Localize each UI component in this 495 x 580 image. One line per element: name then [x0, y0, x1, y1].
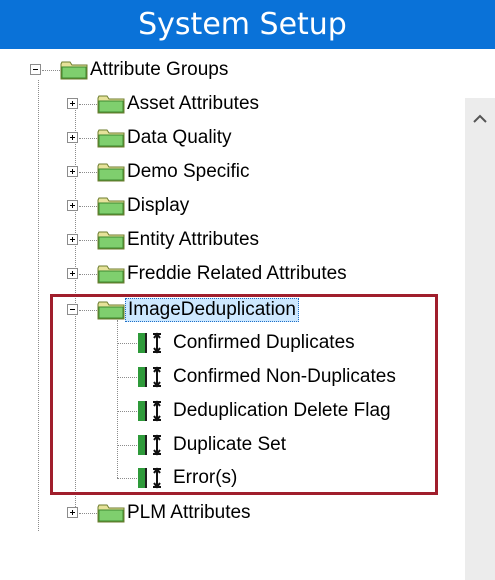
expand-toggle[interactable] — [67, 268, 78, 279]
expand-toggle[interactable] — [67, 98, 78, 109]
expand-toggle[interactable] — [67, 166, 78, 177]
tree-item-label: Asset Attributes — [127, 93, 260, 114]
tree-connector — [79, 172, 97, 173]
tree-item-data-quality[interactable]: Data Quality — [97, 121, 234, 155]
folder-icon — [60, 61, 88, 80]
tree-connector — [79, 240, 97, 241]
tree-item-label: Display — [127, 195, 190, 216]
vertical-scrollbar[interactable] — [465, 98, 495, 580]
chevron-up-icon[interactable] — [465, 106, 495, 132]
tree-item-freddie-related-attributes[interactable]: Freddie Related Attributes — [97, 257, 349, 291]
expand-toggle[interactable] — [67, 132, 78, 143]
title-bar: System Setup — [0, 0, 495, 49]
expand-toggle[interactable] — [67, 507, 78, 518]
tree-item-asset-attributes[interactable]: Asset Attributes — [97, 87, 261, 121]
folder-icon — [97, 197, 125, 216]
tree-connector — [79, 513, 97, 514]
folder-icon — [97, 231, 125, 250]
folder-icon — [97, 129, 125, 148]
highlight-box — [50, 294, 438, 495]
tree-connector — [42, 70, 60, 71]
tree-item-display[interactable]: Display — [97, 189, 191, 223]
folder-icon — [97, 265, 125, 284]
tree-item-label: Entity Attributes — [127, 229, 260, 250]
expand-toggle[interactable] — [67, 200, 78, 211]
tree-item-attribute-groups[interactable]: Attribute Groups — [60, 53, 230, 87]
tree-item-demo-specific[interactable]: Demo Specific — [97, 155, 252, 189]
tree-connector — [79, 206, 97, 207]
tree-item-label: Demo Specific — [127, 161, 250, 182]
tree-connector — [38, 80, 39, 531]
tree-item-label: Attribute Groups — [90, 59, 229, 80]
tree-item-label: Freddie Related Attributes — [127, 263, 347, 284]
tree-connector — [79, 274, 97, 275]
folder-icon — [97, 504, 125, 523]
tree-connector — [79, 104, 97, 105]
window-title: System Setup — [138, 7, 347, 42]
collapse-toggle[interactable] — [30, 64, 41, 75]
expand-toggle[interactable] — [67, 234, 78, 245]
tree-item-label: PLM Attributes — [127, 502, 251, 523]
tree-item-entity-attributes[interactable]: Entity Attributes — [97, 223, 261, 257]
tree-item-label: Data Quality — [127, 127, 232, 148]
folder-icon — [97, 163, 125, 182]
tree-item-plm-attributes[interactable]: PLM Attributes — [97, 496, 253, 530]
folder-icon — [97, 95, 125, 114]
tree-connector — [79, 138, 97, 139]
